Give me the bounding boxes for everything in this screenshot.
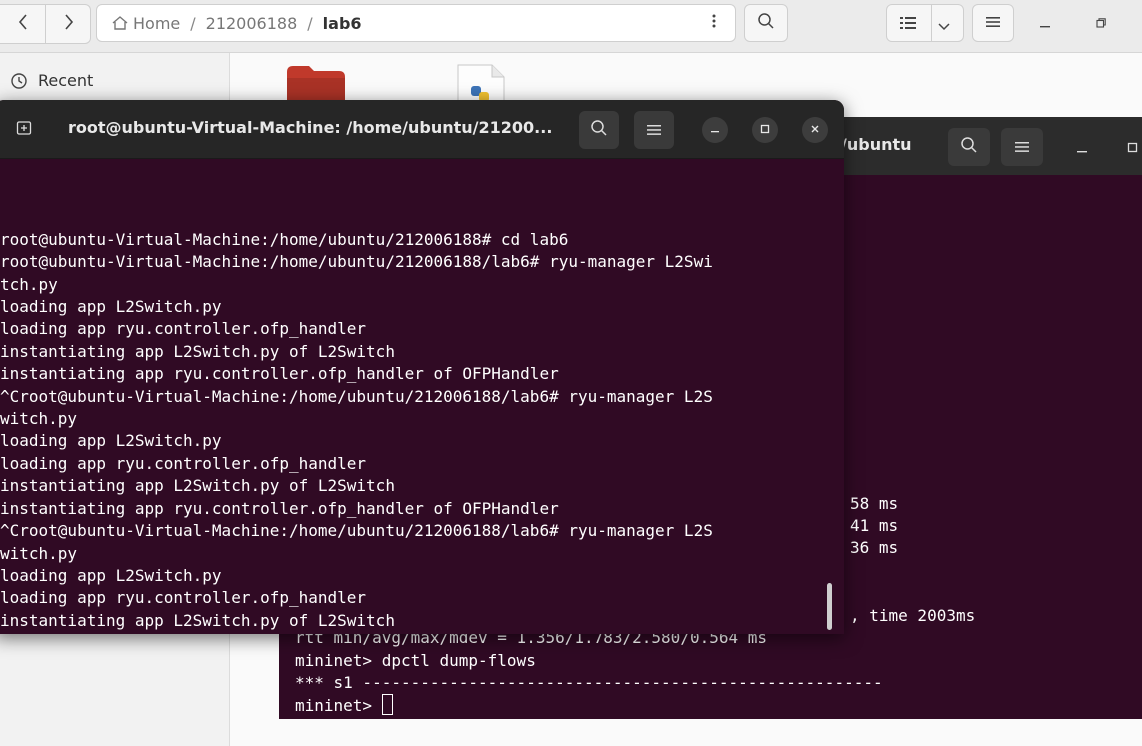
maximize-icon bbox=[760, 123, 770, 138]
chevron-left-icon bbox=[17, 13, 29, 35]
terminal-line: ^Croot@ubuntu-Virtual-Machine:/home/ubun… bbox=[0, 521, 713, 541]
breadcrumb-separator: / bbox=[190, 13, 196, 33]
terminal-front-titlebar: root@ubuntu-Virtual-Machine: /home/ubunt… bbox=[0, 100, 844, 159]
home-icon bbox=[111, 14, 129, 32]
minimize-icon bbox=[710, 123, 720, 138]
path-menu-button[interactable] bbox=[694, 5, 734, 41]
hamburger-menu-icon bbox=[985, 14, 1001, 33]
view-options-button[interactable] bbox=[886, 4, 964, 42]
minimize-icon bbox=[1039, 14, 1051, 33]
close-icon bbox=[810, 123, 820, 138]
breadcrumb-separator: / bbox=[307, 13, 313, 33]
terminal-line: , time 2003ms bbox=[850, 606, 976, 625]
close-button[interactable] bbox=[802, 117, 828, 143]
forward-button[interactable] bbox=[46, 5, 91, 43]
terminal-line: loading app ryu.controller.ofp_handler bbox=[0, 319, 367, 339]
maximize-button[interactable] bbox=[752, 117, 778, 143]
terminal-prompt: mininet> bbox=[295, 696, 382, 715]
navigation-buttons bbox=[0, 4, 91, 44]
search-icon bbox=[590, 119, 608, 141]
terminal-line: root@ubuntu-Virtual-Machine:/home/ubuntu… bbox=[0, 229, 569, 249]
terminal-line: witch.py bbox=[0, 409, 78, 429]
terminal-line: loading app ryu.controller.ofp_handler bbox=[0, 453, 367, 473]
clock-icon bbox=[10, 72, 28, 90]
terminal-line: 58 ms bbox=[850, 494, 899, 513]
terminal-line: instantiating app L2Switch.py of L2Switc… bbox=[0, 476, 395, 496]
chevron-right-icon bbox=[63, 13, 75, 35]
terminal-window-front[interactable]: root@ubuntu-Virtual-Machine: /home/ubunt… bbox=[0, 100, 844, 634]
list-view-icon bbox=[899, 15, 917, 35]
sidebar-item-recent[interactable]: Recent bbox=[10, 71, 93, 90]
main-menu-button[interactable] bbox=[972, 4, 1014, 42]
terminal-line: loading app L2Switch.py bbox=[0, 297, 222, 317]
terminal-cursor bbox=[381, 694, 393, 715]
new-tab-button[interactable] bbox=[8, 114, 40, 146]
breadcrumb-current[interactable]: lab6 bbox=[319, 14, 366, 33]
minimize-button[interactable] bbox=[702, 117, 728, 143]
breadcrumb-folder[interactable]: 212006188 bbox=[202, 14, 302, 33]
sidebar-item-label: Recent bbox=[38, 71, 94, 90]
file-manager-headerbar: Home / 212006188 / lab6 bbox=[0, 0, 1142, 53]
search-button[interactable] bbox=[744, 4, 788, 42]
terminal-line: witch.py bbox=[0, 543, 78, 563]
terminal-line: instantiating app ryu.controller.ofp_han… bbox=[0, 498, 559, 518]
terminal-prompt-line[interactable]: mininet> bbox=[295, 694, 393, 717]
terminal-line: loading app L2Switch.py bbox=[0, 565, 222, 585]
hamburger-menu-icon bbox=[647, 121, 661, 140]
terminal-line: loading app L2Switch.py bbox=[0, 431, 222, 451]
terminal-front-title: root@ubuntu-Virtual-Machine: /home/ubunt… bbox=[68, 118, 553, 137]
terminal-line: instantiating app ryu.controller.ofp_han… bbox=[0, 632, 824, 634]
kebab-menu-icon bbox=[712, 13, 716, 33]
breadcrumb-home[interactable]: Home bbox=[129, 14, 184, 33]
terminal-line: 36 ms bbox=[850, 538, 899, 557]
terminal-line: ^Croot@ubuntu-Virtual-Machine:/home/ubun… bbox=[0, 386, 713, 406]
terminal-front-output: root@ubuntu-Virtual-Machine:/home/ubuntu… bbox=[0, 184, 824, 634]
terminal-line: instantiating app ryu.controller.ofp_han… bbox=[0, 364, 559, 384]
terminal-line: instantiating app L2Switch.py of L2Switc… bbox=[0, 341, 395, 361]
terminal-front-menu-button[interactable] bbox=[634, 111, 674, 149]
terminal-line: tch.py bbox=[0, 274, 58, 294]
terminal-line: mininet> dpctl dump-flows bbox=[295, 651, 536, 670]
minimize-button[interactable] bbox=[1030, 8, 1060, 38]
back-button[interactable] bbox=[0, 5, 45, 43]
terminal-line: 41 ms bbox=[850, 516, 899, 535]
terminal-line: root@ubuntu-Virtual-Machine:/home/ubuntu… bbox=[0, 252, 713, 272]
terminal-line: loading app ryu.controller.ofp_handler bbox=[0, 588, 367, 608]
terminal-lines: root@ubuntu-Virtual-Machine:/home/ubuntu… bbox=[0, 229, 824, 634]
terminal-scrollbar[interactable] bbox=[827, 583, 832, 630]
restore-icon bbox=[1095, 14, 1107, 33]
restore-button[interactable] bbox=[1086, 8, 1116, 38]
terminal-front-search-button[interactable] bbox=[579, 111, 619, 149]
chevron-down-icon bbox=[937, 17, 951, 36]
terminal-line: instantiating app L2Switch.py of L2Switc… bbox=[0, 610, 395, 630]
path-bar[interactable]: Home / 212006188 / lab6 bbox=[96, 4, 736, 42]
terminal-line: *** s1 ---------------------------------… bbox=[295, 673, 883, 692]
new-tab-icon bbox=[16, 120, 32, 140]
search-icon bbox=[757, 12, 775, 34]
